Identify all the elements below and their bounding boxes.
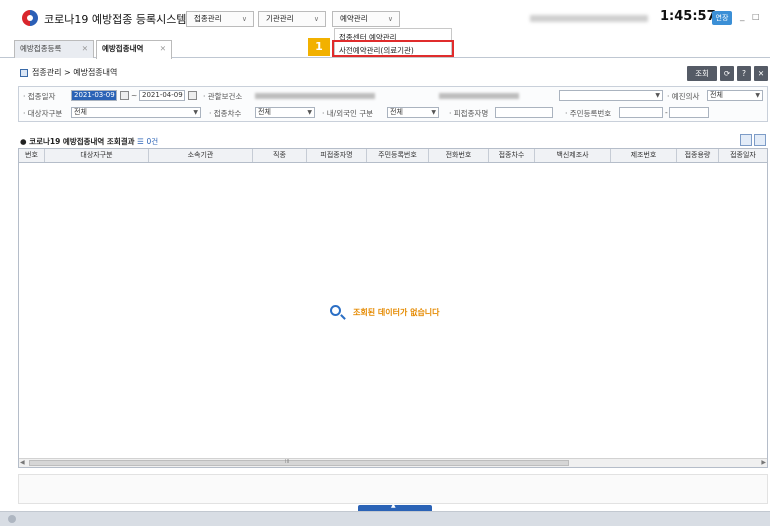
column-header[interactable]: 접종차수 <box>489 149 535 162</box>
doctor-label: · 예진의사 <box>667 92 700 101</box>
column-header[interactable]: 직종 <box>253 149 307 162</box>
minimize-icon[interactable]: _ <box>740 12 745 22</box>
patient-name-input[interactable] <box>495 107 553 118</box>
scroll-right-icon[interactable]: ▶ <box>761 459 766 466</box>
scrollbar-grip: III <box>285 459 290 465</box>
column-header[interactable]: 주민등록번호 <box>367 149 429 162</box>
redacted-field <box>439 93 519 99</box>
patient-name-label: · 피접종자명 <box>449 109 489 118</box>
results-count: 0건 <box>146 137 159 146</box>
government-logo-icon <box>22 10 38 26</box>
column-header[interactable]: 제조번호 <box>611 149 677 162</box>
column-header[interactable]: 백신제조사 <box>535 149 611 162</box>
highlight-box <box>332 40 454 57</box>
status-icon <box>8 515 16 523</box>
nationality-select-value: 전체 <box>390 108 403 116</box>
target-label: · 대상자구분 <box>23 109 63 118</box>
breadcrumb: 접종관리 > 예방접종내역 <box>32 68 118 77</box>
rrn-back-input[interactable] <box>669 107 709 118</box>
dose-select-value: 전체 <box>258 108 271 116</box>
tab-vaccination-registration[interactable]: 예방접종등록 ✕ <box>14 40 94 58</box>
step-badge: 1 <box>308 38 330 56</box>
scrollbar-thumb[interactable]: III <box>29 459 569 466</box>
date-from-input[interactable]: 2021-03-09 <box>71 90 117 101</box>
footer-panel <box>18 474 768 504</box>
close-page-button[interactable]: ✕ <box>754 66 768 81</box>
close-icon[interactable]: ✕ <box>160 41 166 57</box>
dropdown-arrow-icon: ▼ <box>307 109 312 116</box>
doctor-select-value: 전체 <box>710 91 723 99</box>
dropdown-arrow-icon: ▼ <box>755 92 760 99</box>
search-button[interactable]: 조회 <box>687 66 717 81</box>
maximize-icon[interactable]: □ <box>752 12 760 21</box>
results-bullet-icon: ● <box>20 137 27 146</box>
institution-select[interactable]: ▼ <box>559 90 663 101</box>
date-to-input[interactable]: 2021-04-09 <box>139 90 185 101</box>
excel-download-icon[interactable] <box>740 134 752 146</box>
help-button[interactable]: ? <box>737 66 751 81</box>
date-label: · 접종일자 <box>23 92 56 101</box>
target-select-value: 전체 <box>74 108 87 116</box>
column-header[interactable]: 소속기관 <box>149 149 253 162</box>
results-title-text: 코로나19 예방접종내역 조회결과 <box>29 137 135 146</box>
doctor-select[interactable]: 전체 ▼ <box>707 90 763 101</box>
menu-vaccination-management[interactable]: 접종관리 ∨ <box>186 11 254 27</box>
dropdown-arrow-icon: ▼ <box>431 109 436 116</box>
tab-label: 예방접종등록 <box>20 44 62 53</box>
dropdown-arrow-icon: ▼ <box>193 109 198 116</box>
menu-label: 접종관리 <box>194 14 222 23</box>
session-timer: 1:45:57 <box>660 9 716 24</box>
rrn-front-input[interactable] <box>619 107 663 118</box>
results-grid: 번호 대상자구분 소속기관 직종 피접종자명 주민등록번호 전화번호 접종차수 … <box>18 148 768 468</box>
chevron-up-icon: ▲ <box>391 502 396 509</box>
health-center-label: · 관할보건소 <box>203 92 243 101</box>
menu-institution-management[interactable]: 기관관리 ∨ <box>258 11 326 27</box>
chevron-down-icon: ∨ <box>313 15 319 23</box>
app-title: 코로나19 예방접종 등록시스템 <box>44 13 187 26</box>
scroll-left-icon[interactable]: ◀ <box>20 459 25 466</box>
print-icon[interactable] <box>754 134 766 146</box>
menu-reservation-management[interactable]: 예약관리 ∨ <box>332 11 400 27</box>
rrn-label: · 주민등록번호 <box>565 109 612 118</box>
chevron-down-icon: ∨ <box>387 15 393 23</box>
status-bar <box>0 511 770 526</box>
horizontal-scrollbar[interactable]: ◀ III ▶ <box>19 458 767 467</box>
dose-select[interactable]: 전체 ▼ <box>255 107 315 118</box>
close-icon[interactable]: ✕ <box>82 41 88 57</box>
menu-label: 예약관리 <box>340 14 368 23</box>
search-panel: · 접종일자 2021-03-09 ~ 2021-04-09 · 관할보건소 ▼… <box>18 86 768 122</box>
redacted-field <box>255 93 375 99</box>
refresh-icon[interactable]: ⟳ <box>720 66 734 81</box>
column-header[interactable]: 접종용량 <box>677 149 719 162</box>
nationality-select[interactable]: 전체 ▼ <box>387 107 439 118</box>
tab-label: 예방접종내역 <box>102 44 144 53</box>
date-range-dash: ~ <box>131 91 138 100</box>
dose-label: · 접종차수 <box>209 109 242 118</box>
extend-session-button[interactable]: 연장 <box>712 11 732 25</box>
empty-message: 조회된 데이터가 없습니다 <box>353 308 440 317</box>
rrn-separator: - <box>665 108 668 117</box>
column-header[interactable]: 대상자구분 <box>45 149 149 162</box>
search-icon <box>330 305 341 316</box>
dropdown-arrow-icon: ▼ <box>655 92 660 99</box>
column-header[interactable]: 전화번호 <box>429 149 489 162</box>
page-icon <box>20 69 28 77</box>
nationality-label: · 내/외국인 구분 <box>322 109 374 118</box>
column-header[interactable]: 피접종자명 <box>307 149 367 162</box>
column-header[interactable]: 번호 <box>19 149 45 162</box>
chevron-down-icon: ∨ <box>241 15 247 23</box>
target-select[interactable]: 전체 ▼ <box>71 107 201 118</box>
list-icon: ☰ <box>137 137 144 146</box>
user-info-redacted <box>530 15 648 22</box>
calendar-icon[interactable] <box>120 91 129 100</box>
menu-label: 기관관리 <box>266 14 294 23</box>
calendar-icon[interactable] <box>188 91 197 100</box>
column-header[interactable]: 접종일자 <box>719 149 767 162</box>
tab-vaccination-history[interactable]: 예방접종내역 ✕ <box>96 40 172 59</box>
results-title: ● 코로나19 예방접종내역 조회결과 ☰ 0건 <box>20 136 158 147</box>
grid-header: 번호 대상자구분 소속기관 직종 피접종자명 주민등록번호 전화번호 접종차수 … <box>19 149 767 163</box>
